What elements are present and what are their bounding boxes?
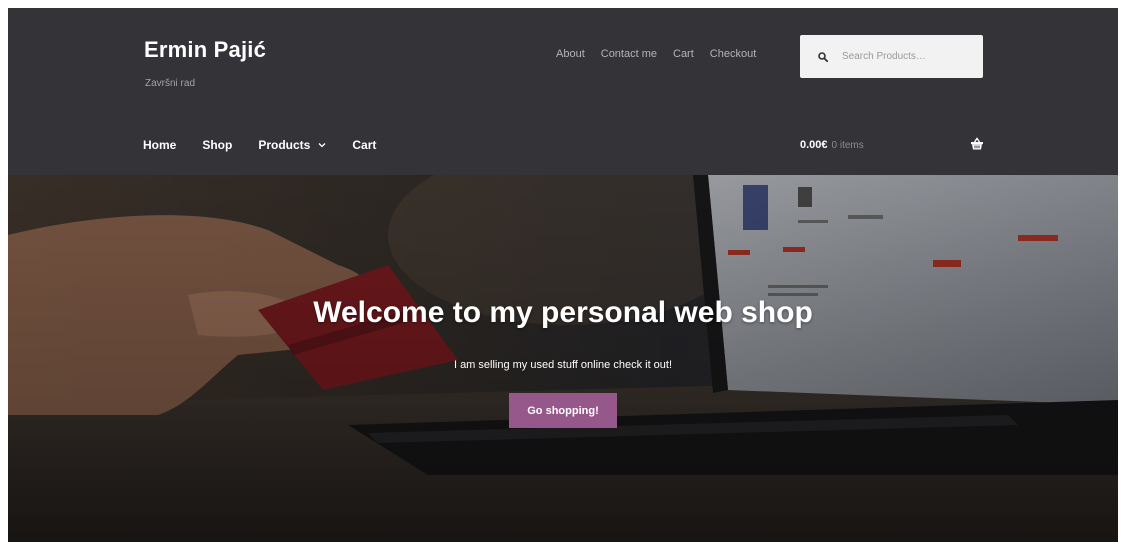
nav-cart-label: Cart [352, 138, 377, 152]
go-shopping-button[interactable]: Go shopping! [509, 393, 617, 428]
nav-products[interactable]: Products [258, 138, 326, 152]
page-frame: Ermin Pajić Završni rad About Contact me… [8, 8, 1118, 542]
header-cart[interactable]: 0.00€ 0 items [800, 139, 864, 151]
cart-count: 0 items [831, 140, 864, 151]
site-tagline: Završni rad [145, 78, 196, 89]
nav-cart[interactable]: Cart [352, 138, 376, 152]
nav-home-label: Home [143, 138, 177, 152]
primary-nav: Home Shop Products Cart [143, 138, 376, 152]
nav-shop[interactable]: Shop [202, 138, 232, 152]
nav-products-label: Products [258, 138, 311, 152]
site-title[interactable]: Ermin Pajić [144, 37, 266, 63]
site-header: Ermin Pajić Završni rad About Contact me… [8, 8, 1118, 175]
search-icon[interactable] [818, 51, 828, 62]
top-nav-cart[interactable]: Cart [673, 48, 694, 60]
nav-shop-label: Shop [202, 138, 233, 152]
hero-subtitle: I am selling my used stuff online check … [453, 359, 673, 371]
hero-title: Welcome to my personal web shop [313, 296, 813, 329]
top-nav-checkout[interactable]: Checkout [710, 48, 756, 60]
chevron-down-icon [318, 143, 326, 148]
hero-banner: Welcome to my personal web shop I am sel… [8, 175, 1118, 542]
basket-icon[interactable] [970, 137, 984, 151]
top-nav-about[interactable]: About [556, 48, 585, 60]
nav-home[interactable]: Home [143, 138, 176, 152]
top-nav-contact[interactable]: Contact me [601, 48, 657, 60]
search-input[interactable] [840, 50, 974, 63]
cart-total: 0.00€ [800, 139, 828, 151]
search-box [800, 35, 983, 78]
secondary-nav: About Contact me Cart Checkout [556, 48, 756, 60]
